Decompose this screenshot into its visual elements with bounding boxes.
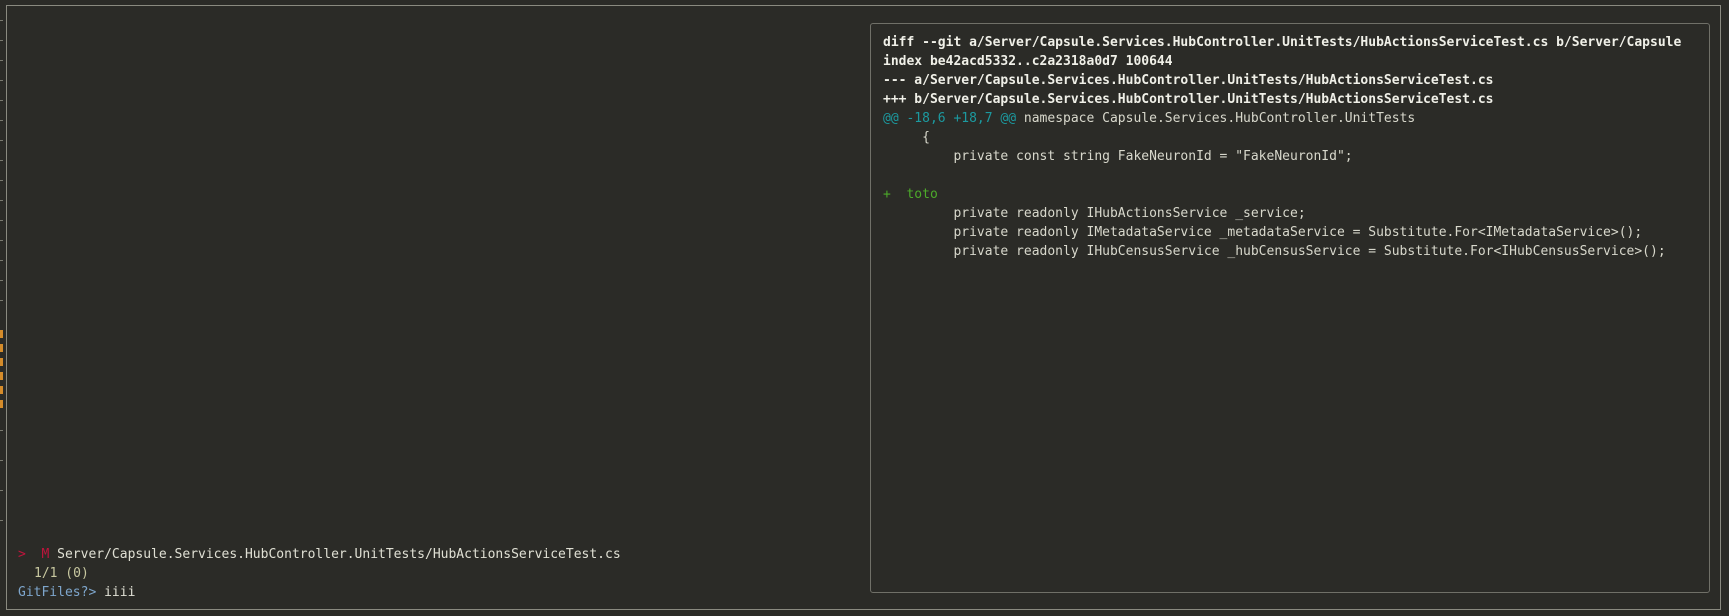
diff-new-file-line: +++ b/Server/Capsule.Services.HubControl… [883, 92, 1494, 107]
diff-context-line: private readonly IHubCensusService _hubC… [883, 244, 1666, 259]
prompt-label: GitFiles?> [18, 585, 97, 600]
result-item[interactable]: > M Server/Capsule.Services.HubControlle… [18, 545, 858, 564]
diff-context-line: private const string FakeNeuronId = "Fak… [883, 149, 1353, 164]
left-gutter [0, 0, 4, 616]
git-status-badge: M [41, 547, 50, 562]
hunk-context: namespace Capsule.Services.HubController… [1016, 111, 1416, 126]
diff-context-line: private readonly IHubActionsService _ser… [883, 206, 1306, 221]
diff-index-line: index be42acd5332..c2a2318a0d7 100644 [883, 54, 1173, 69]
diff-header-line: diff --git a/Server/Capsule.Services.Hub… [883, 35, 1682, 50]
hunk-range: @@ -18,6 +18,7 @@ [883, 111, 1017, 126]
prompt-line[interactable]: GitFiles?> iiii [18, 583, 858, 602]
match-counter: 1/1 (0) [34, 566, 89, 581]
diff-preview-pane[interactable]: diff --git a/Server/Capsule.Services.Hub… [870, 23, 1710, 593]
result-file-path: Server/Capsule.Services.HubController.Un… [57, 547, 621, 562]
diff-context-line [883, 166, 1697, 185]
diff-context-line: { [883, 130, 930, 145]
diff-old-file-line: --- a/Server/Capsule.Services.HubControl… [883, 73, 1494, 88]
diff-added-line: + toto [883, 187, 938, 202]
search-query-input[interactable]: iiii [104, 585, 135, 600]
diff-hunk-line: @@ -18,6 +18,7 @@ namespace Capsule.Serv… [883, 109, 1697, 128]
diff-context-line: private readonly IMetadataService _metad… [883, 225, 1643, 240]
selection-pointer: > [18, 547, 26, 562]
file-results: > M Server/Capsule.Services.HubControlle… [18, 545, 858, 602]
